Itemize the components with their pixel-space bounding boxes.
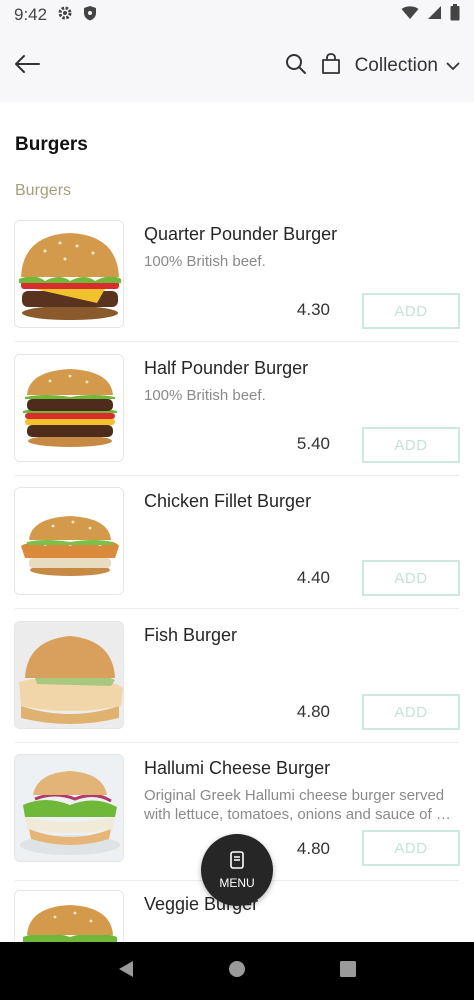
section-label: Burgers [15,182,72,199]
collection-dropdown[interactable]: Collection [355,55,460,77]
chevron-down-icon [446,55,460,77]
signal-icon [427,5,442,25]
menu-fab-label: MENU [219,875,255,890]
menu-item[interactable]: Fish Burger 4.80 ADD [0,621,474,755]
settings-icon [57,5,73,26]
burger-image [14,621,124,729]
burger-image [14,220,124,328]
nav-back-icon[interactable] [117,960,135,983]
item-price: 5.40 [296,434,330,453]
burger-image [14,890,124,942]
divider [15,742,459,743]
add-button[interactable]: ADD [362,293,460,329]
nav-home-icon[interactable] [228,960,246,983]
add-button[interactable]: ADD [362,830,460,866]
item-description: 100% British beef. [144,387,266,404]
shield-icon [83,5,97,26]
divider [15,341,459,342]
wifi-icon [401,5,419,25]
system-nav-bar [0,942,474,1000]
divider [15,475,459,476]
item-name: Fish Burger [144,625,238,645]
item-name: Quarter Pounder Burger [144,224,338,244]
item-name: Hallumi Cheese Burger [144,758,331,778]
burger-image [14,754,124,862]
add-button[interactable]: ADD [362,427,460,463]
nav-recents-icon[interactable] [339,960,357,983]
burger-image [14,354,124,462]
status-bar: 9:42 [0,0,474,30]
battery-icon [450,4,460,26]
add-button[interactable]: ADD [362,694,460,730]
item-price: 4.30 [296,300,330,319]
menu-item[interactable]: Chicken Fillet Burger 4.40 ADD [0,487,474,621]
menu-fab-button[interactable]: MENU [201,834,273,906]
collection-label: Collection [354,55,438,76]
menu-item[interactable]: Half Pounder Burger 100% British beef. 5… [0,354,474,488]
page-title: Burgers [15,134,88,155]
menu-item[interactable]: Quarter Pounder Burger 100% British beef… [0,220,474,354]
item-price: 4.80 [296,702,330,721]
shopping-bag-icon[interactable] [321,52,341,80]
search-icon[interactable] [285,53,307,80]
item-name: Chicken Fillet Burger [144,491,312,511]
menu-content[interactable]: Burgers Burgers Quarter Pounder Burger 1… [0,102,474,942]
menu-card-icon [230,850,244,872]
burger-image [14,487,124,595]
divider [15,608,459,609]
app-header: Collection [0,30,474,102]
item-description: Original Greek Hallumi cheese burger ser… [144,787,451,823]
item-description: 100% British beef. [144,253,266,270]
item-price: 4.80 [296,839,330,858]
item-price: 4.40 [296,568,330,587]
add-button[interactable]: ADD [362,560,460,596]
back-arrow-icon[interactable] [14,54,40,79]
status-time: 9:42 [14,5,48,24]
item-name: Half Pounder Burger [144,358,309,378]
